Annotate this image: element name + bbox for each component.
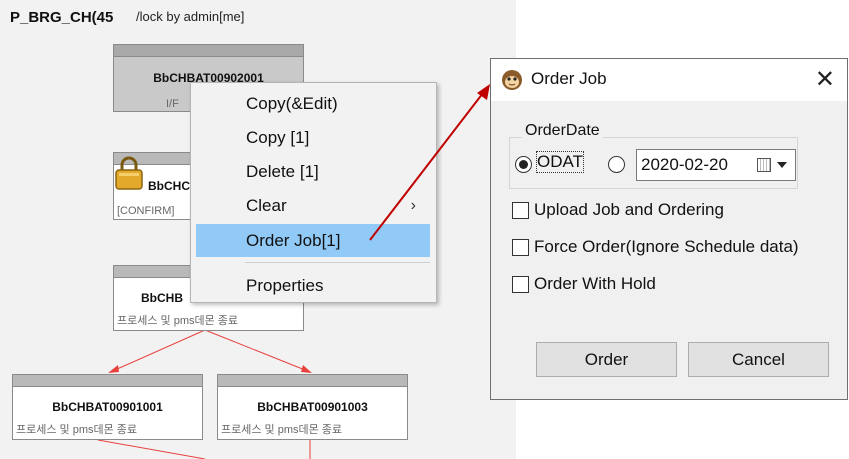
order-job-dialog: Order Job ✕ OrderDate ODAT 2020-02-20 Up… <box>490 58 848 400</box>
radio-date[interactable] <box>608 156 625 173</box>
menu-item-delete[interactable]: Delete [1] <box>196 155 430 188</box>
radio-odat[interactable] <box>515 156 532 173</box>
menu-item-order-job[interactable]: Order Job[1] <box>196 224 430 257</box>
menu-item-properties[interactable]: Properties <box>196 269 430 302</box>
job-node-desc: 프로세스 및 pms데몬 종료 <box>16 424 138 436</box>
order-with-hold-checkbox[interactable] <box>512 276 529 293</box>
dialog-titlebar[interactable]: Order Job ✕ <box>491 59 847 101</box>
context-menu: Copy(&Edit) Copy [1] Delete [1] Clear › … <box>190 82 437 303</box>
job-node-desc: I/F <box>166 98 179 110</box>
upload-job-label[interactable]: Upload Job and Ordering <box>534 200 724 220</box>
app-monkey-icon <box>502 70 522 90</box>
cancel-button[interactable]: Cancel <box>688 342 829 377</box>
menu-separator <box>245 262 430 263</box>
job-node-desc: [CONFIRM] <box>117 205 175 217</box>
menu-item-copy[interactable]: Copy [1] <box>196 121 430 154</box>
menu-item-clear-label: Clear <box>246 196 287 215</box>
job-node-header <box>218 375 407 387</box>
calendar-icon[interactable] <box>757 158 771 172</box>
order-date-picker[interactable]: 2020-02-20 <box>636 149 796 181</box>
dialog-title: Order Job <box>531 69 607 88</box>
chevron-right-icon: › <box>410 197 416 214</box>
force-order-checkbox[interactable] <box>512 239 529 256</box>
menu-item-clear[interactable]: Clear › <box>196 189 430 222</box>
padlock-icon <box>115 156 143 190</box>
job-node-desc: 프로세스 및 pms데몬 종료 <box>221 424 343 436</box>
order-with-hold-label[interactable]: Order With Hold <box>534 274 656 294</box>
chevron-down-icon[interactable] <box>777 162 787 168</box>
job-node[interactable]: BbCHBAT00901001 프로세스 및 pms데몬 종료 <box>12 374 203 440</box>
job-node-header <box>13 375 202 387</box>
close-icon[interactable]: ✕ <box>815 65 835 94</box>
menu-item-copy-edit[interactable]: Copy(&Edit) <box>196 87 430 120</box>
job-node-desc: 프로세스 및 pms데몬 종료 <box>117 315 239 327</box>
job-node-name: BbCHBAT00901001 <box>52 400 163 414</box>
order-date-label: OrderDate <box>522 122 603 140</box>
order-date-value: 2020-02-20 <box>641 155 728 174</box>
radio-odat-label[interactable]: ODAT <box>536 151 584 173</box>
force-order-label[interactable]: Force Order(Ignore Schedule data) <box>534 237 799 257</box>
job-node-header <box>114 45 303 57</box>
order-button[interactable]: Order <box>536 342 677 377</box>
job-node-name: BbCHBAT00901003 <box>257 400 368 414</box>
job-node[interactable]: BbCHBAT00901003 프로세스 및 pms데몬 종료 <box>217 374 408 440</box>
upload-job-checkbox[interactable] <box>512 202 529 219</box>
